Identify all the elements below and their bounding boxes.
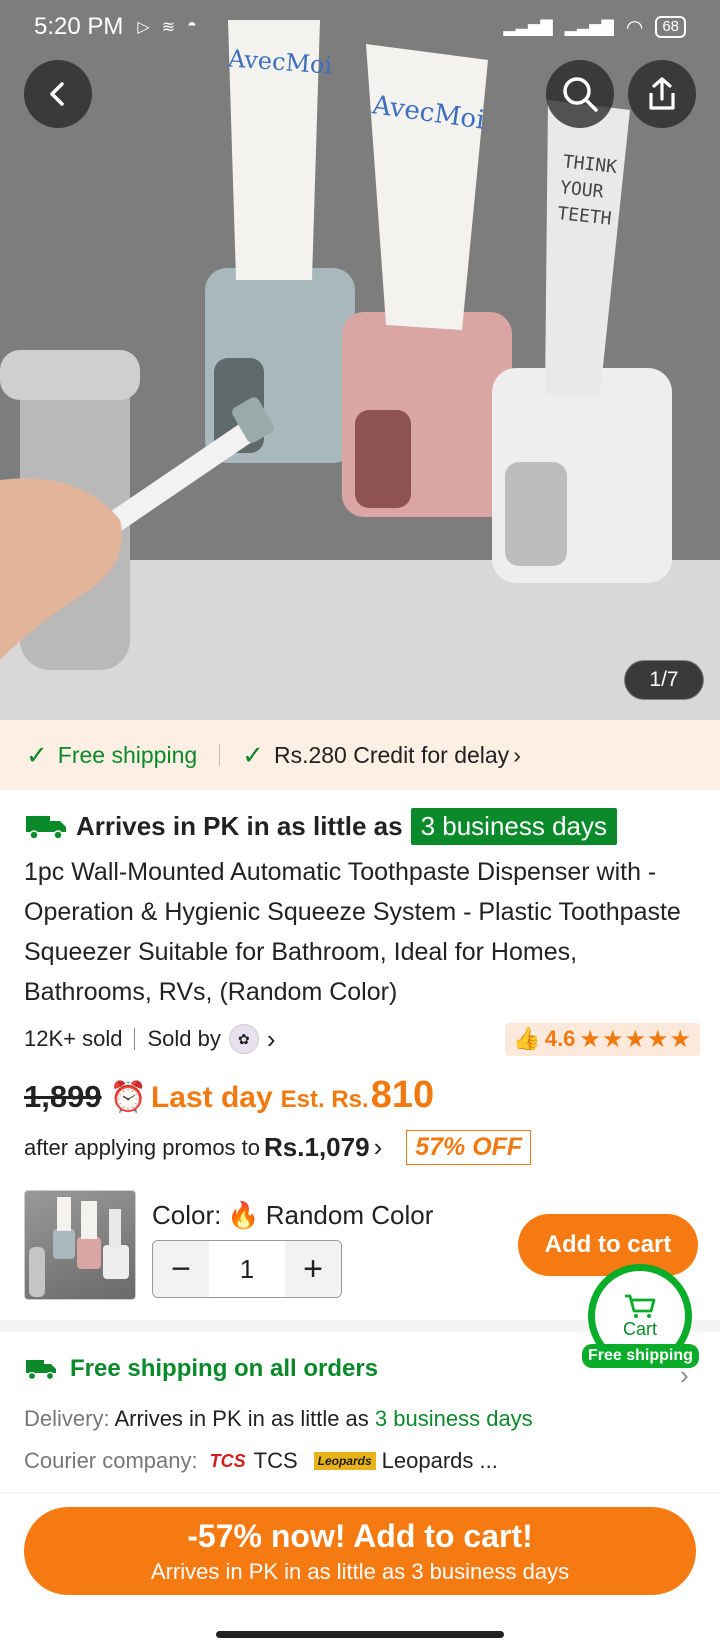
check-icon: ✓: [26, 739, 48, 770]
delivery-text: Arrives in PK in as little as: [114, 1406, 369, 1431]
cart-icon: [625, 1294, 656, 1318]
share-button[interactable]: [628, 60, 696, 128]
delivery-days: 3 business days: [374, 1406, 533, 1431]
delay-credit-label: Rs.280 Credit for delay: [273, 741, 510, 768]
product-page: AvecMoi AvecMoi THINK YOUR TEETH 5:20 PM…: [0, 0, 720, 1650]
decrement-button[interactable]: −: [153, 1241, 209, 1297]
rating-value: 4.6: [544, 1026, 576, 1051]
search-button[interactable]: [546, 60, 614, 128]
seller-avatar: ✿: [228, 1024, 259, 1054]
promo-row[interactable]: after applying promos to Rs.1,079 › 57% …: [24, 1130, 532, 1165]
courier-leopards: Leopards ...: [381, 1448, 498, 1473]
free-shipping-headline[interactable]: Free shipping on all orders: [24, 1355, 378, 1383]
cta-main-text: -57% now! Add to cart!: [187, 1517, 533, 1554]
leopards-logo: Leopards: [313, 1452, 376, 1470]
add-to-cart-cta-button[interactable]: -57% now! Add to cart! Arrives in PK in …: [24, 1507, 696, 1595]
courier-info: Courier company: TCS TCS Leopards Leopar…: [24, 1448, 498, 1474]
floating-cart[interactable]: Cart Free shipping: [582, 1264, 699, 1374]
tube-slogan: THINK YOUR TEETH: [556, 151, 618, 230]
battery-icon: 68: [655, 16, 686, 38]
estimated-price-label: Est. Rs.: [280, 1086, 369, 1113]
increment-button[interactable]: +: [285, 1241, 341, 1297]
shipping-benefits-strip[interactable]: ✓ Free shipping ✓ Rs.280 Credit for dela…: [0, 720, 720, 790]
thumbs-up-icon: 👍: [513, 1026, 541, 1051]
wifi-icon: ◠: [625, 16, 644, 39]
alarm-clock-icon: ⏰: [109, 1081, 147, 1114]
check-icon: ✓: [242, 739, 264, 770]
promo-price: Rs.1,079: [264, 1132, 370, 1162]
status-right: ▂▃▅▇ ▂▃▅▇ ◠ 68: [503, 15, 686, 40]
thumbnail-image: [29, 1197, 129, 1297]
original-price: 1,899: [24, 1079, 102, 1114]
promo-text: after applying promos to: [24, 1134, 261, 1160]
share-icon: [649, 77, 675, 110]
image-pager: 1/7: [624, 660, 704, 700]
minus-icon: −: [171, 1249, 191, 1288]
play-icon: ▷: [137, 19, 150, 36]
price-row: 1,899 ⏰ Last day Est. Rs. 810: [24, 1074, 434, 1117]
chevron-right-icon: ›: [680, 1360, 689, 1390]
search-icon: [563, 77, 598, 112]
back-button[interactable]: [24, 60, 92, 128]
quantity-stepper: − 1 +: [152, 1240, 342, 1298]
color-label: Color: 🔥 Random Color: [152, 1200, 433, 1231]
tcs-logo: TCS: [209, 1450, 246, 1471]
quantity-value[interactable]: 1: [209, 1241, 285, 1297]
status-bar: 5:20 PM ▷ ≋ ◓ ▂▃▅▇ ▂▃▅▇ ◠ 68: [0, 0, 720, 54]
color-key: Color:: [152, 1200, 222, 1230]
chevron-right-icon: ›: [513, 741, 521, 768]
last-day-text: Last day: [150, 1080, 273, 1114]
rating-stars: ★★★★★: [579, 1025, 692, 1053]
signal-icon: ▂▃▅▇: [503, 19, 553, 36]
truck-icon: [26, 1360, 56, 1381]
divider: [219, 744, 221, 766]
rating-badge[interactable]: 👍 4.6 ★★★★★: [505, 1022, 700, 1056]
cart-label: Cart: [622, 1318, 657, 1339]
discount-badge: 57% OFF: [406, 1130, 532, 1165]
color-value: Random Color: [265, 1200, 434, 1230]
delivery-info: Delivery: Arrives in PK in as little as …: [24, 1406, 533, 1432]
arrival-text: Arrives in PK in as little as: [76, 811, 403, 841]
product-photo: [0, 0, 720, 720]
free-shipping-label: Free shipping: [57, 741, 198, 768]
signal-icon-2: ▂▃▅▇: [564, 19, 614, 36]
estimated-price: 810: [370, 1074, 435, 1116]
layers-icon: ≋: [161, 19, 176, 36]
delivery-key: Delivery:: [24, 1406, 110, 1431]
sold-row: 12K+ sold Sold by ✿ › 👍 4.6 ★★★★★: [24, 1022, 700, 1056]
home-indicator[interactable]: [216, 1631, 504, 1638]
bottom-action-bar: -57% now! Add to cart! Arrives in PK in …: [0, 1492, 720, 1650]
chevron-left-icon: [50, 82, 64, 106]
truck-icon: [26, 815, 66, 840]
flame-icon: 🔥: [227, 1200, 260, 1230]
free-shipping-text: Free shipping on all orders: [70, 1355, 379, 1382]
sold-count: 12K+ sold: [24, 1026, 123, 1051]
product-title: 1pc Wall-Mounted Automatic Toothpaste Di…: [24, 858, 681, 1006]
chevron-right-icon: ›: [266, 1023, 276, 1054]
last-day-label: ⏰ Last day: [110, 1080, 273, 1115]
plus-icon: +: [303, 1249, 323, 1288]
divider: [134, 1028, 136, 1050]
arrival-banner: Arrives in PK in as little as 3 business…: [24, 808, 618, 845]
gamepad-icon: ◓: [187, 17, 197, 34]
sold-by-label: Sold by: [147, 1026, 221, 1051]
variant-thumbnail[interactable]: [24, 1190, 136, 1300]
status-notification-icons: ▷ ≋ ◓: [137, 17, 196, 37]
courier-key: Courier company:: [24, 1448, 198, 1473]
sold-by-link[interactable]: Sold by ✿ ›: [147, 1023, 276, 1055]
cta-sub-text: Arrives in PK in as little as 3 business…: [150, 1558, 570, 1584]
courier-tcs: TCS: [253, 1448, 298, 1473]
product-image-carousel[interactable]: AvecMoi AvecMoi THINK YOUR TEETH 5:20 PM…: [0, 0, 720, 720]
chevron-right-icon: ›: [373, 1132, 383, 1162]
arrival-days-badge: 3 business days: [410, 808, 618, 845]
status-time: 5:20 PM: [34, 13, 124, 40]
